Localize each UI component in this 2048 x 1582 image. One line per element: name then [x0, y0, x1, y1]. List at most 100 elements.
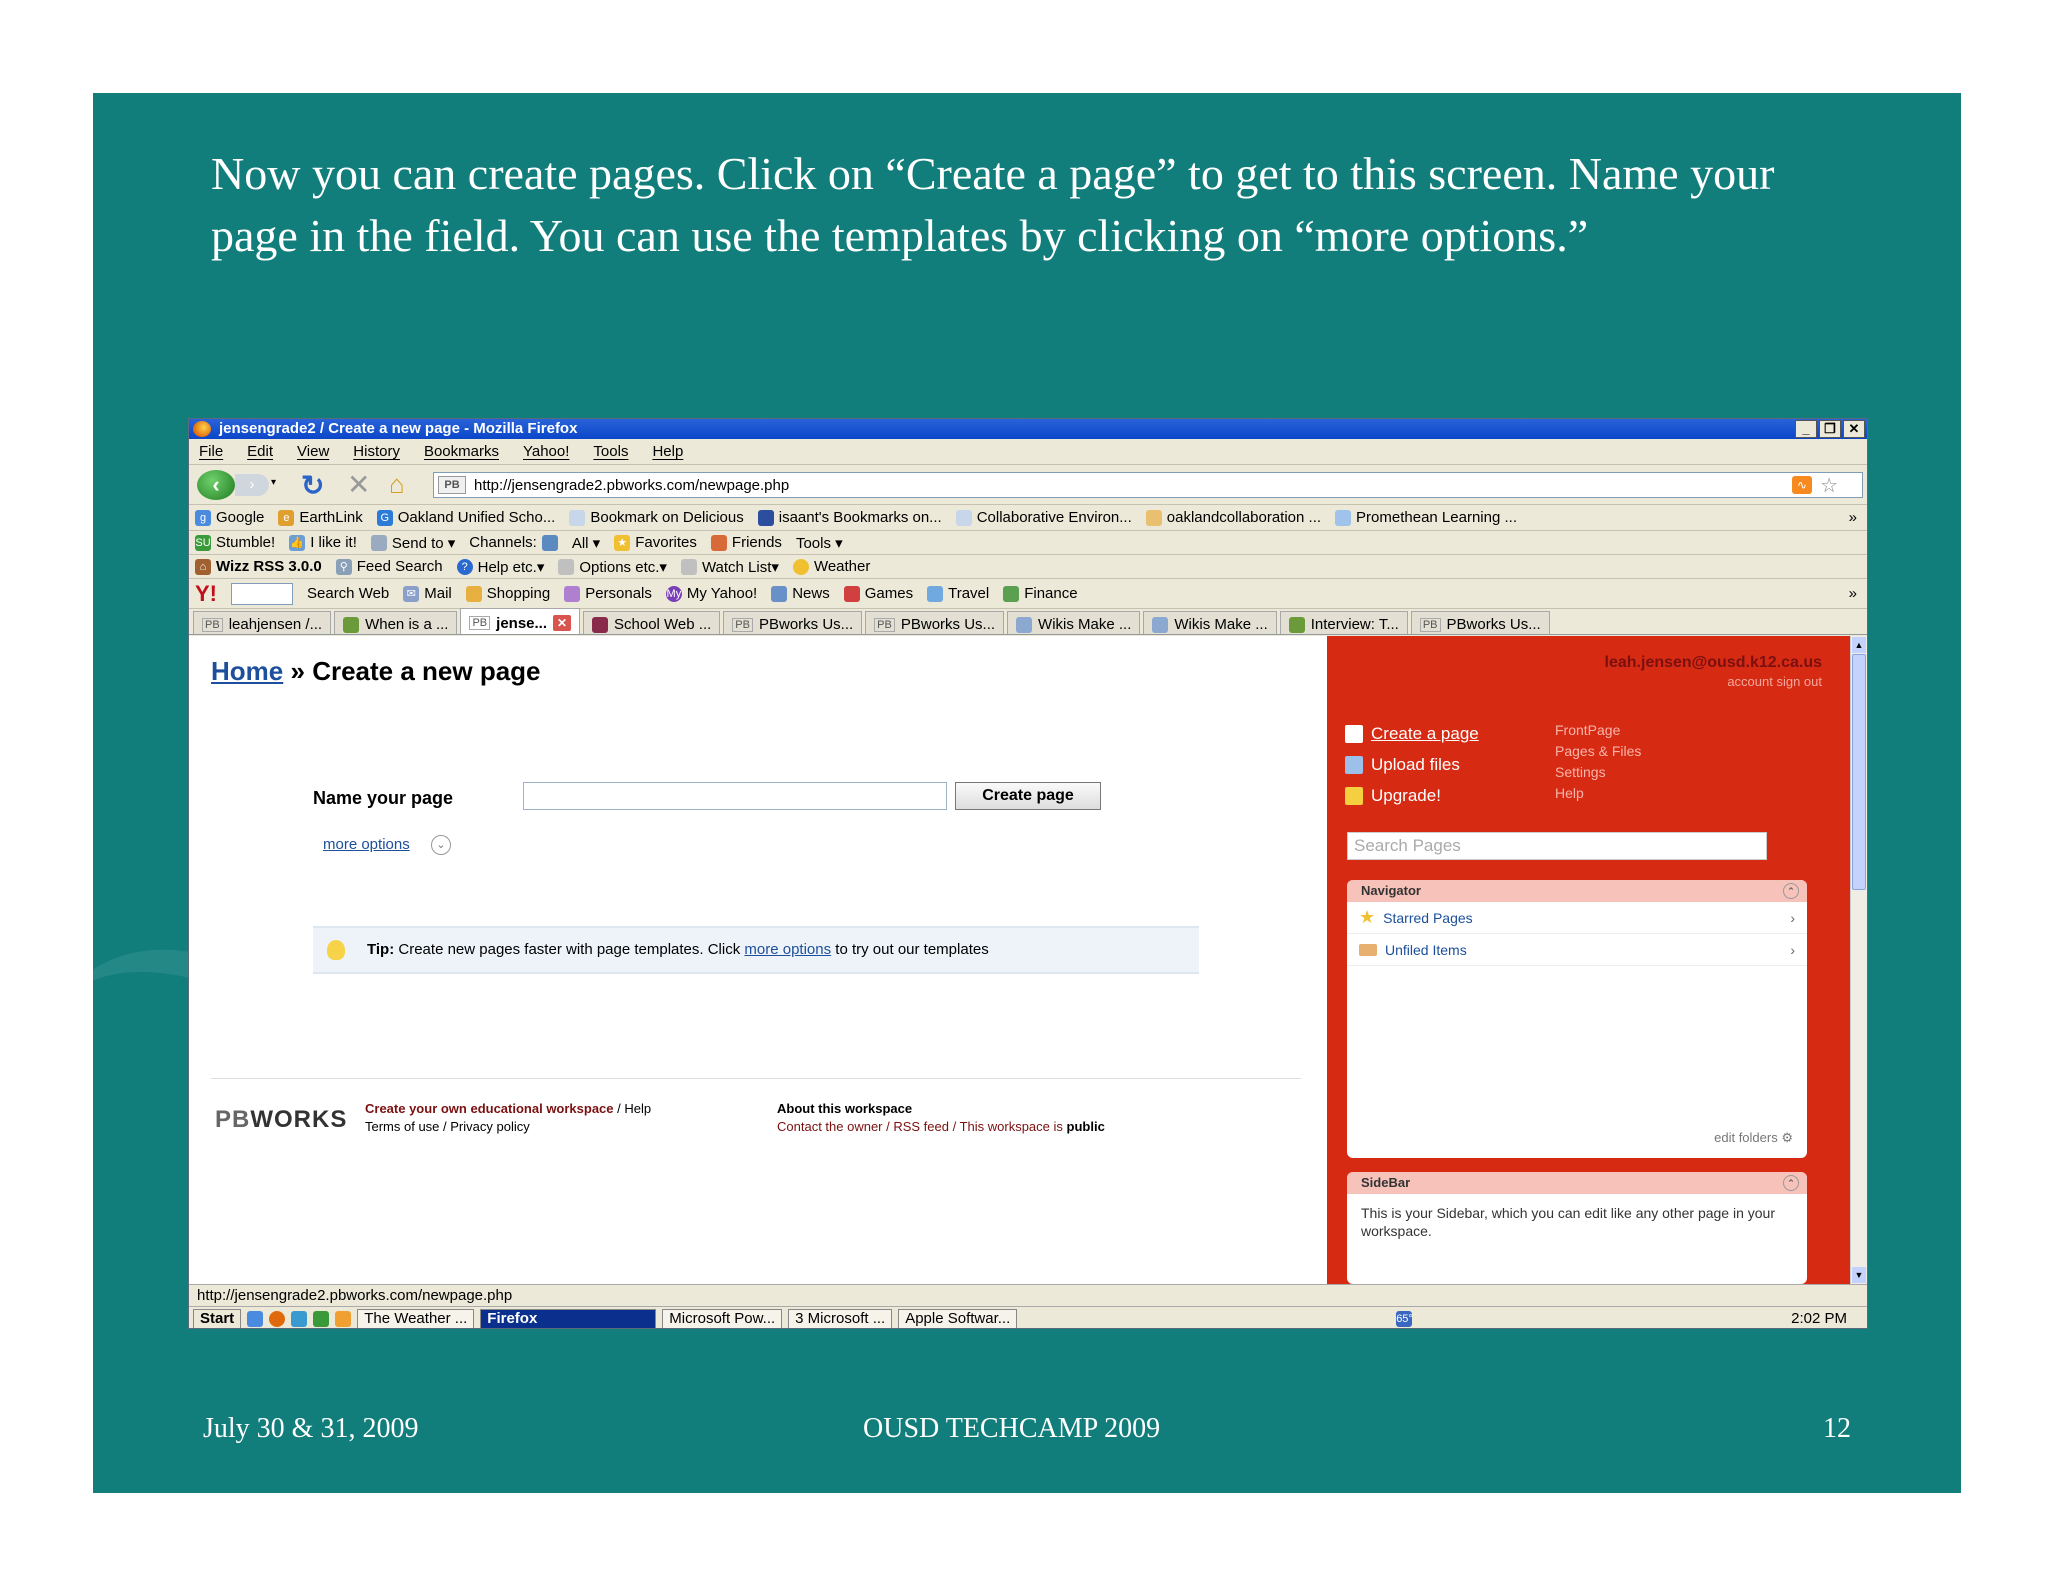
address-bar[interactable]: PB http://jensengrade2.pbworks.com/newpa… — [433, 472, 1863, 498]
ie-icon[interactable] — [247, 1310, 264, 1327]
page-name-input[interactable] — [523, 782, 947, 810]
menu-view[interactable]: View — [297, 443, 329, 460]
reload-icon[interactable]: ↻ — [301, 469, 324, 502]
stop-icon[interactable]: ✕ — [347, 468, 370, 501]
excel-icon[interactable] — [313, 1310, 330, 1327]
menu-tools[interactable]: Tools — [593, 443, 628, 460]
tab-pbworks-1[interactable]: PB PBworks Us... — [723, 611, 863, 634]
search-web-button[interactable]: Search Web — [307, 585, 389, 602]
create-workspace-link[interactable]: Create your own educational workspace — [365, 1101, 614, 1116]
favorites-button[interactable]: ★ Favorites — [614, 534, 697, 551]
outlook-icon[interactable] — [335, 1310, 352, 1327]
vertical-scrollbar[interactable]: ▲ ▼ — [1850, 636, 1867, 1284]
taskbar-powerpoint[interactable]: Microsoft Pow... — [662, 1308, 783, 1328]
menu-history[interactable]: History — [353, 443, 400, 460]
wizz-rss-button[interactable]: ⌂ Wizz RSS 3.0.0 — [195, 558, 322, 575]
tab-when-is-a[interactable]: When is a ... — [334, 611, 458, 634]
edit-folders-link[interactable]: edit folders ⚙ — [1714, 1130, 1793, 1146]
scroll-thumb[interactable] — [1852, 654, 1866, 890]
menu-file[interactable]: File — [199, 443, 223, 460]
history-dropdown-icon[interactable]: ▾ — [271, 477, 276, 488]
upload-files-link[interactable]: Upload files — [1345, 749, 1479, 780]
upgrade-link[interactable]: Upgrade! — [1345, 780, 1479, 811]
home-icon[interactable]: ⌂ — [389, 469, 405, 500]
close-button[interactable]: ✕ — [1843, 420, 1865, 438]
like-button[interactable]: 👍 I like it! — [289, 534, 357, 551]
footer-help-link[interactable]: / Help — [617, 1101, 651, 1116]
tip-more-options-link[interactable]: more options — [744, 941, 831, 958]
restore-button[interactable]: ❐ — [1819, 420, 1841, 438]
tab-close-icon[interactable]: ✕ — [553, 615, 572, 631]
forward-button[interactable]: › — [235, 474, 269, 496]
globe-icon[interactable] — [541, 534, 558, 551]
contact-owner-links[interactable]: Contact the owner / RSS feed / This work… — [777, 1119, 1063, 1134]
more-options-link[interactable]: more options — [323, 836, 410, 853]
yahoo-personals-button[interactable]: Personals — [564, 585, 652, 602]
back-button[interactable]: ‹ — [197, 470, 235, 500]
bookmark-isaant[interactable]: isaant's Bookmarks on... — [757, 509, 942, 526]
bookmark-collaborative[interactable]: Collaborative Environ... — [955, 509, 1132, 526]
help-etc-dropdown[interactable]: ? Help etc.▾ — [456, 558, 544, 576]
settings-link[interactable]: Settings — [1555, 762, 1641, 783]
address-url[interactable]: http://jensengrade2.pbworks.com/newpage.… — [474, 477, 789, 494]
yahoo-games-button[interactable]: Games — [843, 585, 913, 602]
scroll-down-icon[interactable]: ▼ — [1852, 1267, 1866, 1283]
watch-list-dropdown[interactable]: Watch List▾ — [680, 558, 779, 576]
starred-pages-item[interactable]: ★ Starred Pages › — [1347, 902, 1807, 934]
tab-wikis-make-2[interactable]: Wikis Make ... — [1143, 611, 1277, 634]
taskbar-word[interactable]: 3 Microsoft ... — [788, 1308, 893, 1328]
yahoo-mail-button[interactable]: ✉ Mail — [403, 585, 452, 602]
help-link[interactable]: Help — [1555, 783, 1641, 804]
friends-button[interactable]: Friends — [710, 534, 782, 551]
menu-edit[interactable]: Edit — [247, 443, 273, 460]
bookmark-google[interactable]: g Google — [195, 509, 264, 526]
tab-pbworks-2[interactable]: PB PBworks Us... — [865, 611, 1005, 634]
tab-interview[interactable]: Interview: T... — [1279, 611, 1408, 634]
stumble-button[interactable]: SU Stumble! — [195, 534, 275, 551]
create-a-page-link[interactable]: Create a page — [1345, 718, 1479, 749]
tab-wikis-make-1[interactable]: Wikis Make ... — [1007, 611, 1141, 634]
rss-feed-icon[interactable]: ∿ — [1792, 476, 1812, 494]
yahoo-search-input[interactable] — [231, 582, 293, 605]
weather-button[interactable]: Weather — [792, 558, 870, 575]
unfiled-items-item[interactable]: Unfiled Items › — [1347, 934, 1807, 966]
frontpage-link[interactable]: FrontPage — [1555, 720, 1641, 741]
bookmark-oaklandcollab[interactable]: oaklandcollaboration ... — [1145, 509, 1321, 526]
menu-bookmarks[interactable]: Bookmarks — [424, 443, 499, 460]
my-yahoo-button[interactable]: My My Yahoo! — [665, 585, 757, 602]
yahoo-news-button[interactable]: News — [771, 585, 830, 602]
bookmark-earthlink[interactable]: e EarthLink — [278, 509, 363, 526]
pages-files-link[interactable]: Pages & Files — [1555, 741, 1641, 762]
bookmarks-overflow-icon[interactable]: » — [1849, 509, 1857, 526]
scroll-up-icon[interactable]: ▲ — [1852, 637, 1866, 653]
ie-quicklaunch-icon[interactable] — [291, 1310, 308, 1327]
minimize-button[interactable]: _ — [1795, 420, 1817, 438]
tab-school-web[interactable]: School Web ... — [583, 611, 721, 634]
collapse-icon[interactable]: ⌃ — [1783, 1175, 1799, 1191]
yahoo-travel-button[interactable]: Travel — [927, 585, 989, 602]
send-to-button[interactable]: Send to ▾ — [370, 534, 455, 552]
yahoo-logo[interactable]: Y! — [195, 581, 217, 607]
pbworks-logo[interactable]: PBWORKS — [215, 1106, 347, 1134]
search-pages-input[interactable]: Search Pages — [1347, 832, 1767, 860]
terms-privacy-links[interactable]: Terms of use / Privacy policy — [365, 1118, 651, 1136]
tab-jensengrade2-active[interactable]: PB jense... ✕ — [460, 608, 581, 634]
taskbar-apple-software[interactable]: Apple Softwar... — [898, 1308, 1018, 1328]
create-page-button[interactable]: Create page — [955, 782, 1101, 810]
menu-yahoo[interactable]: Yahoo! — [523, 443, 569, 460]
chevron-down-icon[interactable]: ⌄ — [431, 835, 451, 855]
yahoo-overflow-icon[interactable]: » — [1849, 585, 1857, 602]
menu-help[interactable]: Help — [652, 443, 683, 460]
options-etc-dropdown[interactable]: Options etc.▾ — [558, 558, 667, 576]
bookmark-delicious[interactable]: Bookmark on Delicious — [569, 509, 744, 526]
feed-search-button[interactable]: ⚲ Feed Search — [335, 558, 443, 575]
start-button[interactable]: Start — [193, 1308, 242, 1328]
yahoo-shopping-button[interactable]: Shopping — [465, 585, 550, 602]
tab-leahjensen[interactable]: PB leahjensen /... — [193, 611, 332, 634]
bookmark-star-icon[interactable]: ☆ — [1820, 473, 1838, 498]
all-dropdown[interactable]: All ▾ — [572, 534, 600, 552]
collapse-icon[interactable]: ⌃ — [1783, 883, 1799, 899]
breadcrumb-home-link[interactable]: Home — [211, 656, 283, 686]
taskbar-firefox[interactable]: Firefox — [480, 1308, 657, 1328]
bookmark-promethean[interactable]: Promethean Learning ... — [1335, 509, 1517, 526]
